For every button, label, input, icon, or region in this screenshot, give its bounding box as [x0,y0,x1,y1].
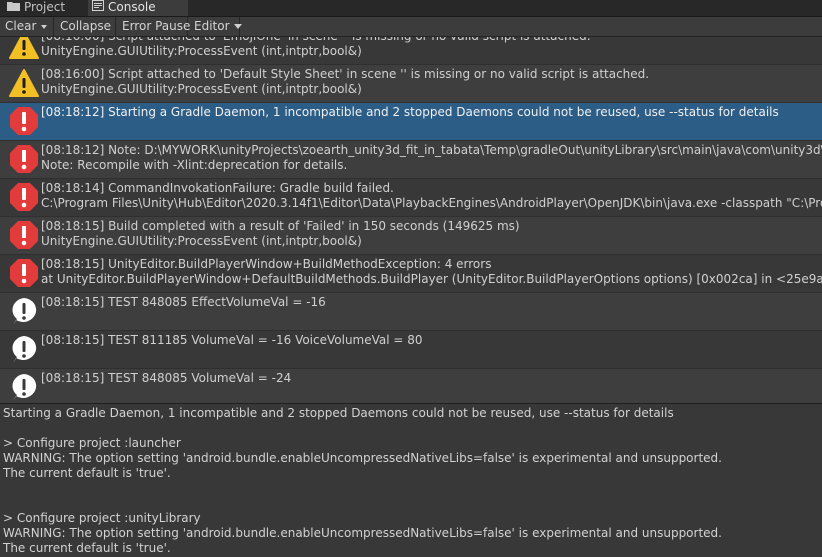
log-stacktrace: Note: Recompile with -Xlint:deprecation … [41,158,348,172]
info-icon [9,334,39,364]
log-entry[interactable]: [08:16:00] Script attached to 'EmojiOne'… [0,37,822,65]
error-icon [9,106,39,136]
warning-icon [9,68,39,98]
log-stacktrace: C:\Program Files\Unity\Hub\Editor\2020.3… [41,196,822,210]
clear-button[interactable]: Clear [0,17,54,36]
log-message: [08:18:15] TEST 811185 VolumeVal = -16 V… [41,333,423,347]
log-stacktrace: UnityEngine.GUIUtility:ProcessEvent (int… [41,82,362,96]
tab-console-label: Console [108,0,156,14]
detail-line [3,481,818,496]
detail-line: > Configure project :unityLibrary [3,511,201,525]
tab-project-label: Project [24,0,66,14]
window-tab-bar: Project Console [0,0,822,17]
clear-button-label: Clear [5,19,37,33]
log-message: [08:16:00] Script attached to 'Default S… [41,67,650,81]
log-stacktrace: UnityEngine.GUIUtility:ProcessEvent (int… [41,44,362,58]
detail-line: The current default is 'true'. [3,541,171,555]
log-entry[interactable]: [08:18:15] TEST 848085 VolumeVal = -24 [0,369,822,403]
log-entry[interactable]: [08:18:12] Starting a Gradle Daemon, 1 i… [0,103,822,141]
log-message: [08:18:14] CommandInvokationFailure: Gra… [41,181,394,195]
log-entry[interactable]: [08:18:15] UnityEditor.BuildPlayerWindow… [0,255,822,293]
info-icon [9,372,39,402]
collapse-label: Collapse [60,19,111,33]
error-icon [9,182,39,212]
log-entry[interactable]: [08:18:15] Build completed with a result… [0,217,822,255]
log-message: [08:18:15] Build completed with a result… [41,219,520,233]
log-rows: [08:16:00] Script attached to 'EmojiOne'… [0,37,822,403]
console-icon [92,0,104,15]
error-pause-label: Error Pause [122,19,191,33]
log-entry[interactable]: [08:18:14] CommandInvokationFailure: Gra… [0,179,822,217]
detail-line: > Configure project :launcher [3,436,181,450]
console-log-list[interactable]: [08:16:00] Script attached to 'EmojiOne'… [0,37,822,403]
log-message: [08:16:00] Script attached to 'EmojiOne'… [41,37,591,43]
tab-project[interactable]: Project [3,0,95,16]
detail-line [3,421,818,436]
error-icon [9,144,39,174]
log-entry[interactable]: [08:18:12] Note: D:\MYWORK\unityProjects… [0,141,822,179]
warning-icon [9,37,39,60]
collapse-toggle[interactable]: Collapse [55,17,116,36]
detail-line: WARNING: The option setting 'android.bun… [3,451,722,465]
console-toolbar: Clear Collapse Error Pause Editor [0,17,822,37]
log-message: [08:18:12] Note: D:\MYWORK\unityProjects… [41,143,822,157]
log-stacktrace: UnityEngine.GUIUtility:ProcessEvent (int… [41,234,362,248]
log-detail-text: Starting a Gradle Daemon, 1 incompatible… [3,406,818,556]
detail-line: WARNING: The option setting 'android.bun… [3,526,722,540]
log-message: [08:18:12] Starting a Gradle Daemon, 1 i… [41,105,779,119]
editor-dropdown-label: Editor [194,19,230,33]
log-entry[interactable]: [08:16:00] Script attached to 'Default S… [0,65,822,103]
info-icon [9,296,39,326]
error-icon [9,220,39,250]
detail-line: The current default is 'true'. [3,466,171,480]
log-message: [08:18:15] TEST 848085 VolumeVal = -24 [41,371,292,385]
log-message: [08:18:15] UnityEditor.BuildPlayerWindow… [41,257,492,271]
tab-console[interactable]: Console [88,0,188,16]
log-detail-panel[interactable]: Starting a Gradle Daemon, 1 incompatible… [0,404,822,557]
log-message: [08:18:15] TEST 848085 EffectVolumeVal =… [41,295,326,309]
editor-dropdown[interactable]: Editor [189,17,242,36]
detail-line [3,496,818,511]
detail-line: Starting a Gradle Daemon, 1 incompatible… [3,406,674,420]
chevron-down-icon[interactable] [41,24,48,29]
log-stacktrace: at UnityEditor.BuildPlayerWindow+Default… [41,272,822,286]
error-icon [9,258,39,288]
log-entry[interactable]: [08:18:15] TEST 848085 EffectVolumeVal =… [0,293,822,331]
folder-icon [7,0,20,15]
chevron-down-icon [233,24,242,29]
error-pause-toggle[interactable]: Error Pause [117,17,191,36]
log-entry[interactable]: [08:18:15] TEST 811185 VolumeVal = -16 V… [0,331,822,369]
